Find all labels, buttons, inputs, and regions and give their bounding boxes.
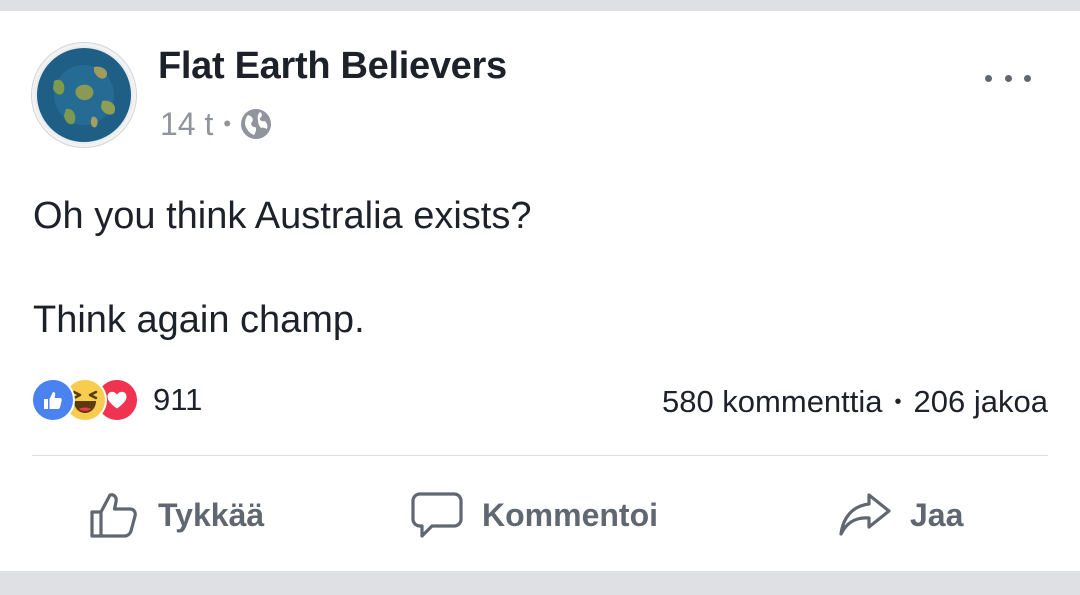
like-button-label: Tykkää bbox=[158, 496, 265, 533]
page-avatar[interactable] bbox=[32, 43, 136, 147]
share-arrow-icon bbox=[838, 490, 892, 540]
reaction-count: 911 bbox=[153, 382, 203, 417]
more-options-icon[interactable] bbox=[985, 63, 1031, 93]
comment-count-link[interactable]: 580 kommenttia bbox=[662, 384, 883, 420]
post-text-line: Think again champ. bbox=[33, 299, 365, 341]
post-meta: 14 t • bbox=[160, 104, 273, 144]
engagement-stats: 580 kommenttia • 206 jakoa bbox=[662, 380, 1048, 424]
thumbs-up-icon bbox=[88, 490, 140, 540]
meta-separator: • bbox=[223, 111, 232, 136]
post-text-line: Oh you think Australia exists? bbox=[33, 195, 532, 237]
stats-separator: • bbox=[894, 390, 902, 413]
share-count-link[interactable]: 206 jakoa bbox=[914, 384, 1048, 420]
flat-earth-map-icon bbox=[32, 43, 136, 147]
divider bbox=[32, 455, 1048, 456]
share-button-label: Jaa bbox=[910, 496, 964, 533]
reaction-summary[interactable]: 911 bbox=[31, 378, 202, 422]
page-name[interactable]: Flat Earth Believers bbox=[158, 45, 507, 88]
post-time[interactable]: 14 t bbox=[160, 106, 213, 143]
globe-icon bbox=[239, 107, 273, 141]
comment-button[interactable]: Kommentoi bbox=[410, 487, 658, 543]
like-reaction-icon bbox=[31, 378, 75, 422]
share-button[interactable]: Jaa bbox=[838, 487, 963, 543]
post-card: Flat Earth Believers 14 t • Oh you think… bbox=[0, 11, 1080, 571]
like-button[interactable]: Tykkää bbox=[88, 487, 264, 543]
comment-bubble-icon bbox=[410, 490, 464, 540]
comment-button-label: Kommentoi bbox=[482, 496, 658, 533]
